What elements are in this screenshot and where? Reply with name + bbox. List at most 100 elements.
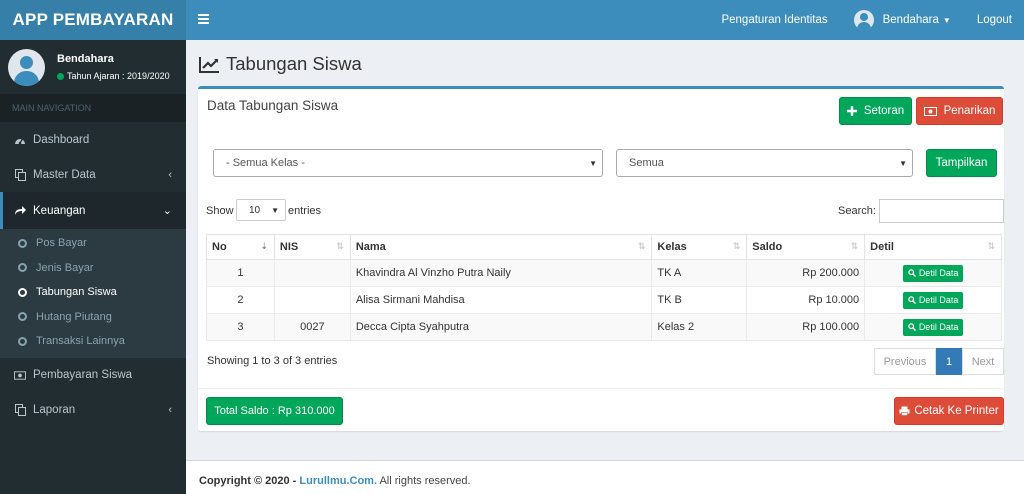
table-row: 2 Alisa Sirmani Mahdisa TK B Rp 10.000 D… bbox=[206, 286, 1002, 314]
money-icon bbox=[14, 369, 26, 381]
logout-link[interactable]: Logout bbox=[977, 14, 1012, 26]
caret-down-icon: ▼ bbox=[942, 15, 951, 25]
search-icon bbox=[908, 323, 916, 331]
savings-box: Data Tabungan Siswa Setoran Penarikan - … bbox=[198, 86, 1004, 431]
search-input[interactable] bbox=[879, 199, 1004, 223]
submenu-item-pos-bayar[interactable]: Pos Bayar bbox=[0, 231, 186, 256]
tampilkan-button[interactable]: Tampilkan bbox=[926, 149, 997, 177]
menu-header: MAIN NAVIGATION bbox=[0, 94, 186, 122]
col-nis-header[interactable]: NIS ⇅ bbox=[273, 234, 351, 260]
sort-icon: ⇅ bbox=[850, 241, 859, 251]
col-no-header[interactable]: No ⇣ bbox=[206, 234, 275, 260]
sort-icon: ⇅ bbox=[987, 241, 995, 251]
cell-no: 2 bbox=[206, 286, 275, 314]
circle-icon bbox=[18, 336, 27, 346]
detil-data-button[interactable]: Detil Data bbox=[902, 291, 964, 309]
col-kelas-header[interactable]: Kelas ⇅ bbox=[651, 234, 748, 260]
cell-nama: Khavindra Al Vinzho Putra Naily bbox=[349, 259, 653, 287]
chevron-left-icon: ‹ bbox=[168, 404, 172, 416]
cell-saldo: Rp 10.000 bbox=[746, 286, 866, 314]
sidebar-item-laporan[interactable]: Laporan ‹ bbox=[0, 393, 186, 428]
sort-icon: ⇅ bbox=[732, 241, 741, 251]
user-panel: Bendahara Tahun Ajaran : 2019/2020 bbox=[0, 40, 186, 94]
dropdown-arrow-icon: ▼ bbox=[589, 158, 597, 168]
sort-asc-icon: ⇣ bbox=[260, 241, 268, 251]
site-link[interactable]: Lurullmu.Com. bbox=[299, 475, 377, 487]
cell-kelas: TK A bbox=[651, 259, 748, 287]
copyright: Copyright © 2020 - Lurullmu.Com. All rig… bbox=[199, 475, 471, 487]
table-header-row: No ⇣ NIS ⇅ Nama ⇅ Kelas ⇅ Saldo ⇅ Detil ⇅ bbox=[206, 234, 1002, 260]
box-title: Data Tabungan Siswa bbox=[207, 98, 339, 113]
sidebar: APP PEMBAYARAN Bendahara Tahun Ajaran : … bbox=[0, 0, 186, 494]
box-footer-divider bbox=[198, 388, 1004, 389]
cell-detil: Detil Data bbox=[864, 313, 1002, 341]
nav-user-menu[interactable]: Bendahara ▼ bbox=[853, 10, 951, 30]
copy-icon bbox=[14, 404, 26, 416]
col-nama-header[interactable]: Nama ⇅ bbox=[349, 234, 653, 260]
sidebar-item-pembayaran-siswa[interactable]: Pembayaran Siswa bbox=[0, 358, 186, 393]
cell-kelas: Kelas 2 bbox=[651, 313, 748, 341]
cell-no: 1 bbox=[206, 259, 275, 287]
cell-nis: 0027 bbox=[273, 313, 351, 341]
cell-nama: Alisa Sirmani Mahdisa bbox=[349, 286, 653, 314]
setoran-button[interactable]: Setoran bbox=[839, 97, 912, 125]
line-chart-icon bbox=[199, 56, 219, 73]
online-dot-icon bbox=[57, 72, 64, 80]
print-button[interactable]: Cetak Ke Printer bbox=[894, 397, 1004, 425]
search-icon bbox=[908, 296, 916, 304]
class-filter-select[interactable]: - Semua Kelas - ▼ bbox=[213, 149, 603, 177]
col-detil-header[interactable]: Detil ⇅ bbox=[864, 234, 1002, 260]
sidebar-item-master-data[interactable]: Master Data ‹ bbox=[0, 157, 186, 192]
cell-nama: Decca Cipta Syahputra bbox=[349, 313, 653, 341]
table-row: 1 Khavindra Al Vinzho Putra Naily TK A R… bbox=[206, 259, 1002, 287]
cell-detil: Detil Data bbox=[864, 286, 1002, 314]
sort-icon: ⇅ bbox=[336, 241, 344, 251]
print-icon bbox=[899, 406, 910, 416]
savings-table: No ⇣ NIS ⇅ Nama ⇅ Kelas ⇅ Saldo ⇅ Detil ⇅ 1 Kh… bbox=[206, 234, 1002, 341]
user-name: Bendahara bbox=[57, 53, 114, 65]
circle-icon bbox=[18, 263, 27, 273]
search-icon bbox=[908, 269, 916, 277]
pagination-page-1[interactable]: 1 bbox=[936, 348, 962, 375]
circle-icon bbox=[18, 312, 27, 322]
table-row: 3 0027 Decca Cipta Syahputra Kelas 2 Rp … bbox=[206, 313, 1002, 341]
top-navbar: Pengaturan Identitas Bendahara ▼ Logout bbox=[186, 0, 1024, 40]
app-logo[interactable]: APP PEMBAYARAN bbox=[0, 0, 186, 40]
copy-icon bbox=[14, 168, 26, 181]
cell-kelas: TK B bbox=[651, 286, 748, 314]
plus-icon bbox=[846, 106, 857, 116]
status-filter-select[interactable]: Semua ▼ bbox=[616, 149, 913, 177]
user-status: Tahun Ajaran : 2019/2020 bbox=[57, 71, 170, 81]
pagination: Previous 1 Next bbox=[874, 348, 1004, 375]
submenu-item-jenis-bayar[interactable]: Jenis Bayar bbox=[0, 256, 186, 281]
money-icon bbox=[923, 106, 937, 116]
show-label: Show bbox=[206, 205, 234, 217]
nav-identity-link[interactable]: Pengaturan Identitas bbox=[721, 14, 827, 26]
cell-detil: Detil Data bbox=[864, 259, 1002, 287]
user-avatar-icon bbox=[8, 48, 45, 86]
entries-label: entries bbox=[288, 205, 322, 217]
penarikan-button[interactable]: Penarikan bbox=[916, 97, 1003, 125]
submenu-item-hutang-piutang[interactable]: Hutang Piutang bbox=[0, 305, 186, 330]
chevron-left-icon: ‹ bbox=[168, 168, 172, 181]
chevron-down-icon: ⌄ bbox=[162, 205, 172, 217]
col-saldo-header[interactable]: Saldo ⇅ bbox=[746, 234, 866, 260]
submenu-item-tabungan-siswa[interactable]: Tabungan Siswa bbox=[0, 280, 186, 305]
entries-length-select[interactable]: 10 ▼ bbox=[236, 199, 286, 221]
sidebar-item-keuangan[interactable]: Keuangan ⌄ bbox=[0, 192, 186, 229]
pagination-previous[interactable]: Previous bbox=[874, 348, 936, 375]
pagination-next[interactable]: Next bbox=[962, 348, 1004, 375]
detil-data-button[interactable]: Detil Data bbox=[902, 264, 964, 282]
cell-nis bbox=[273, 259, 351, 287]
share-icon bbox=[14, 205, 26, 217]
submenu-item-transaksi-lainnya[interactable]: Transaksi Lainnya bbox=[0, 329, 186, 354]
circle-icon bbox=[18, 287, 27, 297]
cell-saldo: Rp 100.000 bbox=[746, 313, 866, 341]
sidebar-item-dashboard[interactable]: Dashboard bbox=[0, 122, 186, 157]
dropdown-arrow-icon: ▼ bbox=[899, 158, 907, 168]
sidebar-toggle-icon[interactable] bbox=[198, 14, 209, 24]
total-saldo-badge: Total Saldo : Rp 310.000 bbox=[206, 397, 343, 425]
detil-data-button[interactable]: Detil Data bbox=[902, 318, 964, 336]
cell-saldo: Rp 200.000 bbox=[746, 259, 866, 287]
cell-nis bbox=[273, 286, 351, 314]
